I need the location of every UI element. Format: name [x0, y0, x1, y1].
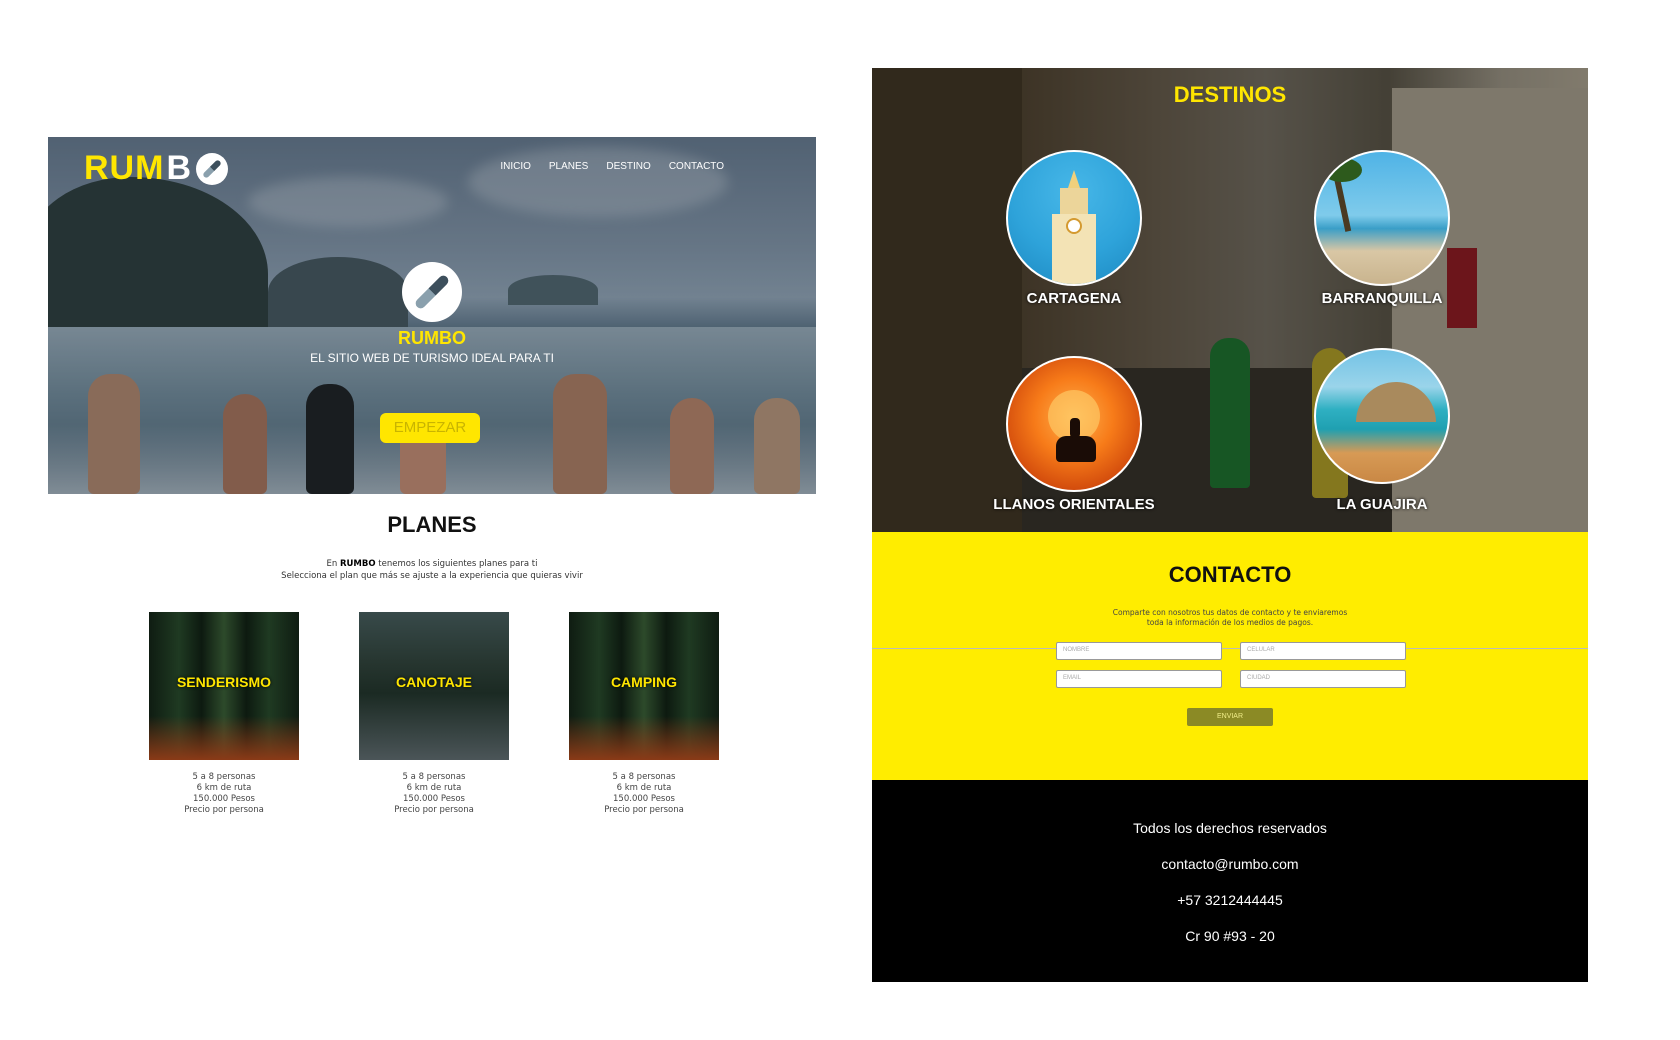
hero-subtitle: EL SITIO WEB DE TURISMO IDEAL PARA TI [310, 351, 554, 365]
intro-prefix: En [326, 559, 340, 569]
plan-price: 150.000 Pesos [613, 794, 675, 804]
start-button[interactable]: EMPEZAR [380, 413, 480, 443]
intro-line2: Selecciona el plan que más se ajuste a l… [281, 571, 583, 581]
destination-label-barranquilla: BARRANQUILLA [1321, 290, 1443, 307]
plan-note: Precio por persona [394, 805, 474, 815]
plan-route: 6 km de ruta [406, 783, 462, 793]
plan-info: 5 a 8 personas 6 km de ruta 150.000 Peso… [359, 772, 509, 816]
destination-image-cartagena[interactable] [1006, 150, 1142, 286]
mockup-canvas: RUM B INICIO PLANES DESTINO CONTACTO RUMB… [0, 0, 1680, 1040]
footer-rights: Todos los derechos reservados [1133, 820, 1327, 836]
nav-item-inicio[interactable]: INICIO [500, 161, 531, 172]
home-page-mockup: RUM B INICIO PLANES DESTINO CONTACTO RUMB… [48, 137, 816, 842]
contacto-section: CONTACTO Comparte con nosotros tus datos… [872, 532, 1588, 780]
contacto-intro: Comparte con nosotros tus datos de conta… [872, 608, 1588, 628]
destinos-title: DESTINOS [1173, 82, 1287, 107]
nav-item-planes[interactable]: PLANES [549, 161, 588, 172]
planes-intro: En RUMBO tenemos los siguientes planes p… [48, 558, 816, 582]
hero-title: RUMBO [398, 328, 466, 348]
plan-people: 5 a 8 personas [612, 772, 676, 782]
plan-price: 150.000 Pesos [193, 794, 255, 804]
top-nav: INICIO PLANES DESTINO CONTACTO [500, 161, 724, 172]
plan-name: SENDERISMO [176, 674, 272, 690]
hero-section: RUM B INICIO PLANES DESTINO CONTACTO RUMB… [48, 137, 816, 494]
plans-grid: SENDERISMO 5 a 8 personas 6 km de ruta 1… [48, 612, 816, 842]
contacto-title: CONTACTO [1168, 562, 1292, 587]
plan-card-canotaje[interactable]: CANOTAJE 5 a 8 personas 6 km de ruta 150… [359, 612, 509, 816]
plan-route: 6 km de ruta [196, 783, 252, 793]
nav-item-destino[interactable]: DESTINO [606, 161, 650, 172]
destination-image-guajira[interactable] [1314, 348, 1450, 484]
nav-item-contacto[interactable]: CONTACTO [669, 161, 724, 172]
plan-route: 6 km de ruta [616, 783, 672, 793]
plan-name: CANOTAJE [396, 674, 472, 690]
destination-label-cartagena: CARTAGENA [1026, 290, 1122, 307]
plan-info: 5 a 8 personas 6 km de ruta 150.000 Peso… [149, 772, 299, 816]
contacto-intro-line1: Comparte con nosotros tus datos de conta… [1112, 608, 1348, 617]
contacto-intro-line2: toda la información de los medios de pag… [1146, 618, 1314, 627]
nombre-field[interactable]: NOMBRE [1056, 642, 1222, 660]
brand-logo[interactable]: RUM B [84, 149, 228, 188]
plan-price: 150.000 Pesos [403, 794, 465, 804]
plan-card-camping[interactable]: CAMPING 5 a 8 personas 6 km de ruta 150.… [569, 612, 719, 816]
email-field[interactable]: EMAIL [1056, 670, 1222, 688]
footer-address: Cr 90 #93 - 20 [1185, 928, 1275, 944]
celular-field[interactable]: CELULAR [1240, 642, 1406, 660]
divider [872, 648, 1588, 649]
clock-tower [1052, 170, 1096, 284]
destination-image-llanos[interactable] [1006, 356, 1142, 492]
planes-title: PLANES [387, 512, 477, 537]
destinations-page-mockup: DESTINOS CARTAGENA BARRANQUILLA LLANOS O… [872, 68, 1588, 982]
palm-leaf [1322, 158, 1362, 182]
footer: Todos los derechos reservados contacto@r… [872, 780, 1588, 982]
intro-brand: RUMBO [339, 559, 376, 569]
plan-info: 5 a 8 personas 6 km de ruta 150.000 Peso… [569, 772, 719, 816]
destination-image-barranquilla[interactable] [1314, 150, 1450, 286]
plan-people: 5 a 8 personas [402, 772, 466, 782]
plan-name: CAMPING [610, 674, 678, 690]
horse-rider [1056, 418, 1096, 462]
ciudad-field[interactable]: CIUDAD [1240, 670, 1406, 688]
plan-note: Precio por persona [184, 805, 264, 815]
send-button[interactable]: ENVIAR [1187, 708, 1273, 726]
footer-phone[interactable]: +57 3212444445 [872, 882, 1588, 918]
footer-email[interactable]: contacto@rumbo.com [872, 846, 1588, 882]
plan-people: 5 a 8 personas [192, 772, 256, 782]
intro-suffix: tenemos los siguientes planes para ti [375, 559, 538, 569]
compass-icon [196, 152, 228, 185]
destinos-section: DESTINOS CARTAGENA BARRANQUILLA LLANOS O… [872, 68, 1588, 532]
plan-image: SENDERISMO [149, 612, 299, 760]
plan-card-senderismo[interactable]: SENDERISMO 5 a 8 personas 6 km de ruta 1… [149, 612, 299, 816]
plan-image: CANOTAJE [359, 612, 509, 760]
destination-label-guajira: LA GUAJIRA [1336, 496, 1428, 513]
hero-content: RUMBO EL SITIO WEB DE TURISMO IDEAL PARA… [48, 262, 816, 365]
dune-hill [1356, 382, 1436, 422]
brand-text-yellow: RUM [84, 149, 165, 187]
plan-note: Precio por persona [604, 805, 684, 815]
brand-text-white: B [166, 149, 192, 187]
destination-label-llanos: LLANOS ORIENTALES [993, 496, 1155, 513]
compass-icon [402, 262, 462, 322]
plan-image: CAMPING [569, 612, 719, 760]
